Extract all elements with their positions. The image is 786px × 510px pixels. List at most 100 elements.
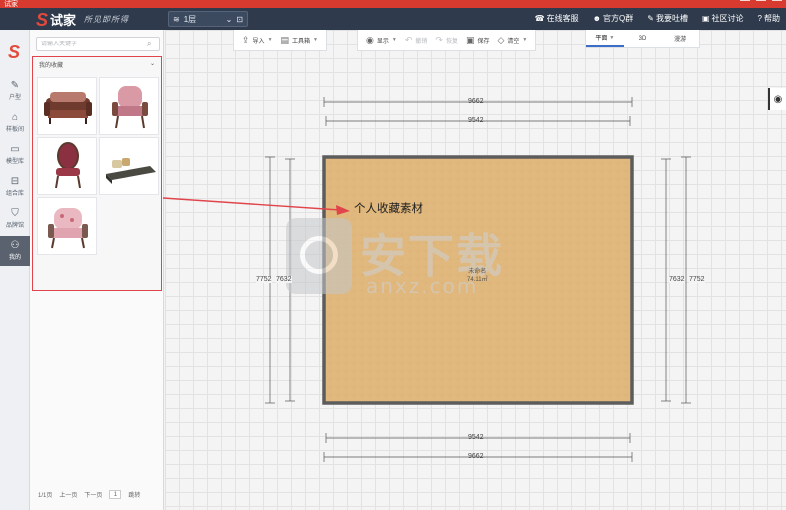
official-qq-label: 官方Q群 <box>603 14 634 23</box>
save-label: 保存 <box>477 38 490 45</box>
redo-button[interactable]: ↷ 恢复 <box>435 35 458 46</box>
mic-icon: ✎ <box>647 14 654 23</box>
undo-icon: ↶ <box>404 34 413 45</box>
official-qq-link[interactable]: ☻ 官方Q群 <box>593 13 634 24</box>
undo-button[interactable]: ↶ 撤销 <box>405 35 428 46</box>
save-button[interactable]: ▣ 保存 <box>466 35 490 46</box>
feedback-label: 我要吐槽 <box>655 14 688 23</box>
toolbox-label: 工具箱 <box>292 38 311 45</box>
toolbox-icon: ▤ <box>280 34 290 45</box>
next-page-link[interactable]: 下一页 <box>84 490 102 499</box>
pager: 1/1页 上一页 下一页 1 跳转 <box>38 490 140 499</box>
question-icon: ? <box>757 14 762 23</box>
favorite-item-oval-back-chair[interactable] <box>37 137 97 195</box>
brand-logo[interactable]: S 试家 所见即所得 <box>36 10 129 29</box>
dim-inner-width-bottom: 9542 <box>468 434 484 441</box>
maximize-icon[interactable] <box>756 0 766 7</box>
help-link[interactable]: ? 帮助 <box>758 13 780 24</box>
brand-name: 试家 <box>50 13 77 28</box>
favorite-item-classic-sofa[interactable] <box>37 77 97 135</box>
armchair-icon <box>112 86 148 129</box>
header-links: ☎ 在线客服 ☻ 官方Q群 ✎ 我要吐槽 ▣ 社区讨论? 帮助 <box>535 13 780 24</box>
left-rail: S ✎ 户型 ⌂ 样板间 ▭ 模型库 ⊟ 组合库 ⛉ 品牌馆 ⚇ 我的 <box>0 30 30 510</box>
import-button[interactable]: ⇪ 导入 ▼ <box>242 35 273 46</box>
toolbox-button[interactable]: ▤ 工具箱 ▼ <box>281 35 318 46</box>
view-tabs: 平面 ▼ 3D 漫游 <box>585 30 700 48</box>
shield-icon <box>286 218 352 294</box>
brand-slogan: 所见即所得 <box>84 15 130 24</box>
dim-inner-width-top: 9542 <box>468 117 484 124</box>
lounge-icon <box>106 158 156 184</box>
camera-icon[interactable]: ◉ <box>768 88 786 110</box>
dim-outer-height-right: 7752 <box>689 276 705 283</box>
favorites-header[interactable]: 我的收藏 ⌄ <box>39 60 155 69</box>
chevron-down-icon: ⌄ <box>149 61 155 67</box>
rail-item-model-library[interactable]: ▭ 模型库 <box>0 140 30 170</box>
online-service-label: 在线客服 <box>546 14 579 23</box>
favorites-box: 我的收藏 ⌄ <box>32 56 162 291</box>
rail-item-label: 品牌馆 <box>5 223 24 229</box>
rail-item-house-type[interactable]: ✎ 户型 <box>0 76 30 106</box>
clear-icon: ◇ <box>497 34 505 45</box>
dim-outer-width-top: 9662 <box>468 98 484 105</box>
eye-icon: ◉ <box>366 34 374 45</box>
person-icon: ⚇ <box>10 240 20 251</box>
search-icon[interactable]: ⌕ <box>147 39 151 49</box>
chat-icon: ▣ <box>701 14 710 23</box>
favorite-item-floral-armchair[interactable] <box>37 197 97 255</box>
page-input[interactable]: 1 <box>109 490 122 499</box>
search-input[interactable] <box>41 41 147 47</box>
tab-roam[interactable]: 漫游 <box>661 30 699 47</box>
rail-item-label: 组合库 <box>5 191 24 197</box>
app-header: S 试家 所见即所得 ≋ 1层 ⌄ ⊡ ☎ 在线客服 ☻ 官方Q群 ✎ 我要吐槽 ▣ 社区讨论… <box>0 8 786 30</box>
add-floor-icon[interactable]: ⊡ <box>236 15 243 24</box>
rail-item-label: 模型库 <box>5 159 24 165</box>
favorite-item-chaise-lounge[interactable] <box>99 137 159 195</box>
annotation-text: 个人收藏素材 <box>354 203 423 215</box>
community-link[interactable]: ▣ 社区讨论 <box>702 13 744 24</box>
toolbar-group-file: ⇪ 导入 ▼ ▤ 工具箱 ▼ <box>233 30 327 51</box>
clear-button[interactable]: ◇ 清空 ▼ <box>497 35 527 46</box>
online-service-link[interactable]: ☎ 在线客服 <box>535 13 579 24</box>
window-title-bar: 试家 <box>0 0 786 8</box>
save-icon: ▣ <box>465 34 475 45</box>
material-panel: ⌕ 我的收藏 ⌄ 1/1页 上一页 下一页 1 跳转 <box>30 30 164 510</box>
help-label: 帮助 <box>764 14 780 23</box>
tab-label: 3D <box>638 35 647 42</box>
rail-item-sample-room[interactable]: ⌂ 样板间 <box>0 108 30 138</box>
close-icon[interactable] <box>772 0 782 7</box>
chevron-down-icon: ▼ <box>391 37 397 43</box>
sofa-icon <box>44 92 92 124</box>
chevron-down-icon: ▼ <box>313 37 318 43</box>
redo-label: 恢复 <box>445 38 458 45</box>
favorite-item-pink-armchair[interactable] <box>99 77 159 135</box>
dim-outer-height-left: 7752 <box>256 276 272 283</box>
minimize-icon[interactable] <box>740 0 750 7</box>
dim-inner-height-right: 7632 <box>669 276 685 283</box>
rail-item-brand-hall[interactable]: ⛉ 品牌馆 <box>0 204 30 234</box>
floor-value: 1层 <box>183 14 197 24</box>
room-label[interactable]: 未命名 74.11㎡ <box>467 268 488 284</box>
oval-chair-icon <box>55 142 81 189</box>
jump-link[interactable]: 跳转 <box>128 490 140 499</box>
s-brand-icon: S <box>8 42 21 62</box>
import-label: 导入 <box>252 38 265 45</box>
undo-label: 撤销 <box>415 38 428 45</box>
upload-icon: ⇪ <box>242 34 250 45</box>
toolbar-group-edit: ◉ 显示 ▼ ↶ 撤销 ↷ 恢复 ▣ 保存 ◇ 清空 ▼ <box>357 30 537 51</box>
combo-icon: ⊟ <box>10 176 20 187</box>
rail-item-label: 样板间 <box>5 127 24 133</box>
chevron-down-icon: ▼ <box>609 34 615 41</box>
display-button[interactable]: ◉ 显示 ▼ <box>366 35 397 46</box>
feedback-link[interactable]: ✎ 我要吐槽 <box>647 13 688 24</box>
community-label: 社区讨论 <box>711 14 744 23</box>
pencil-icon: ✎ <box>10 80 20 91</box>
favorites-title: 我的收藏 <box>39 63 64 69</box>
tab-3d[interactable]: 3D <box>624 30 662 47</box>
rail-item-combo-library[interactable]: ⊟ 组合库 <box>0 172 30 202</box>
floor-select[interactable]: ≋ 1层 ⌄ ⊡ <box>168 11 248 27</box>
prev-page-link[interactable]: 上一页 <box>59 490 77 499</box>
floral-chair-icon <box>48 208 88 249</box>
tab-plan[interactable]: 平面 ▼ <box>586 30 624 47</box>
rail-item-mine[interactable]: ⚇ 我的 <box>0 236 30 266</box>
